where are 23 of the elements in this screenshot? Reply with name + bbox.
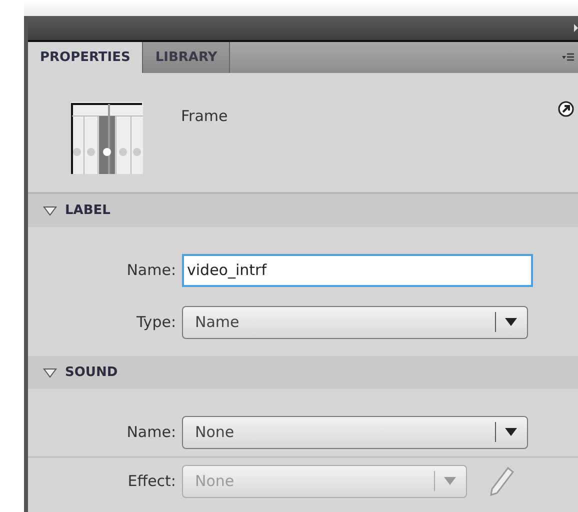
- dropdown[interactable]: Name: [182, 306, 528, 338]
- caret-icon: [444, 477, 456, 485]
- field-label: Type:: [135, 313, 176, 331]
- disclosure-triangle-icon[interactable]: [43, 206, 57, 216]
- caret-icon: [505, 318, 517, 326]
- section-header[interactable]: LABEL: [28, 194, 578, 227]
- collapse-icon[interactable]: [574, 24, 578, 32]
- section-title: SOUND: [65, 365, 118, 380]
- frame-thumbnail-icon: [71, 102, 143, 174]
- field-label: Name:: [126, 423, 176, 441]
- dropdown[interactable]: None: [182, 416, 528, 448]
- field-label: Name:: [126, 261, 176, 279]
- disclosure-triangle-icon[interactable]: [43, 368, 57, 378]
- selection-type-label: Frame: [181, 106, 228, 125]
- arrow-circle-icon[interactable]: [558, 100, 574, 117]
- panel-menu-icon[interactable]: [562, 52, 574, 63]
- caret-icon: [505, 428, 517, 436]
- section-header[interactable]: SOUND: [28, 356, 578, 389]
- name-input-field[interactable]: video_intrf: [182, 254, 533, 286]
- field-label: Effect:: [126, 472, 176, 490]
- panel-tab[interactable]: LIBRARY: [143, 42, 230, 73]
- panel-tab[interactable]: PROPERTIES: [28, 42, 144, 73]
- section-title: LABEL: [65, 203, 110, 218]
